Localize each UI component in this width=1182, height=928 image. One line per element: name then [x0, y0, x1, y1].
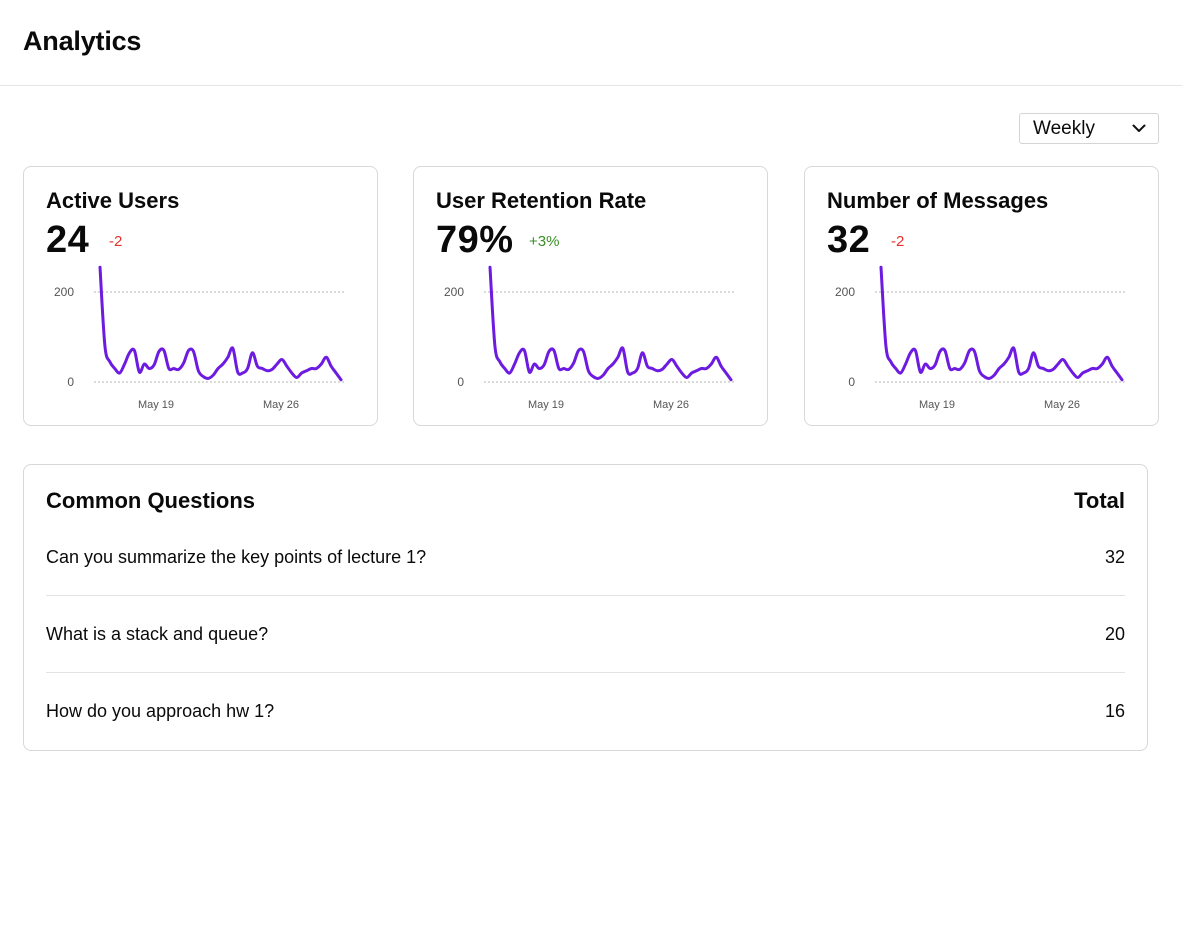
question-total: 16 [1104, 701, 1125, 721]
common-questions-panel: Common Questions Total Can you summarize… [23, 464, 1148, 751]
total-column-header: Total [1074, 488, 1125, 513]
common-questions-header: Common Questions Total [46, 486, 1125, 516]
card-value: 24 [46, 219, 90, 261]
question-row[interactable]: How do you approach hw 1? 16 [46, 673, 1125, 750]
line-chart: 200 0 May 19 May 26 [444, 265, 734, 411]
page-title: Analytics [23, 26, 142, 56]
y-tick-label: 200 [54, 285, 74, 299]
series-line [98, 265, 343, 382]
x-tick-label: May 26 [1044, 399, 1080, 411]
question-total: 20 [1104, 623, 1125, 644]
card-title: Number of Messages [827, 188, 1049, 213]
period-select-value: Weekly [1033, 117, 1095, 139]
y-tick-label: 0 [848, 375, 855, 389]
x-tick-label: May 26 [653, 399, 689, 411]
y-tick-label: 0 [457, 375, 464, 389]
question-text: Can you summarize the key points of lect… [46, 546, 427, 567]
series-line [879, 265, 1124, 382]
y-tick-label: 0 [67, 375, 74, 389]
chevron-down-icon [1132, 124, 1146, 134]
x-tick-label: May 19 [919, 399, 955, 411]
question-text: What is a stack and queue? [46, 623, 269, 644]
card-title: Active Users [46, 188, 180, 213]
card-delta: -2 [109, 233, 123, 250]
card-delta: -2 [891, 233, 905, 250]
question-row[interactable]: What is a stack and queue? 20 [46, 596, 1125, 673]
card-title: User Retention Rate [436, 188, 647, 213]
question-row[interactable]: Can you summarize the key points of lect… [46, 519, 1125, 596]
card-user-retention-rate: User Retention Rate 79% +3% 200 0 May 19 Ma… [413, 166, 768, 426]
question-text: How do you approach hw 1? [46, 701, 275, 721]
y-tick-label: 200 [444, 285, 464, 299]
card-value: 32 [827, 219, 871, 261]
page-header: Analytics [0, 0, 1182, 86]
line-chart: 200 0 May 19 May 26 [835, 265, 1125, 411]
x-tick-label: May 19 [138, 399, 174, 411]
line-chart: 200 0 May 19 May 26 [54, 265, 344, 411]
x-tick-label: May 26 [263, 399, 299, 411]
card-active-users: Active Users 24 -2 200 0 May 19 May 26 [23, 166, 378, 426]
card-value: 79% [436, 219, 514, 261]
common-questions-title: Common Questions [46, 488, 256, 513]
question-total: 32 [1104, 546, 1125, 567]
card-number-of-messages: Number of Messages 32 -2 200 0 May 19 May 2… [804, 166, 1159, 426]
y-tick-label: 200 [835, 285, 855, 299]
card-delta: +3% [529, 233, 560, 250]
x-tick-label: May 19 [528, 399, 564, 411]
period-select[interactable]: Weekly [1019, 113, 1159, 144]
series-line [488, 265, 733, 382]
